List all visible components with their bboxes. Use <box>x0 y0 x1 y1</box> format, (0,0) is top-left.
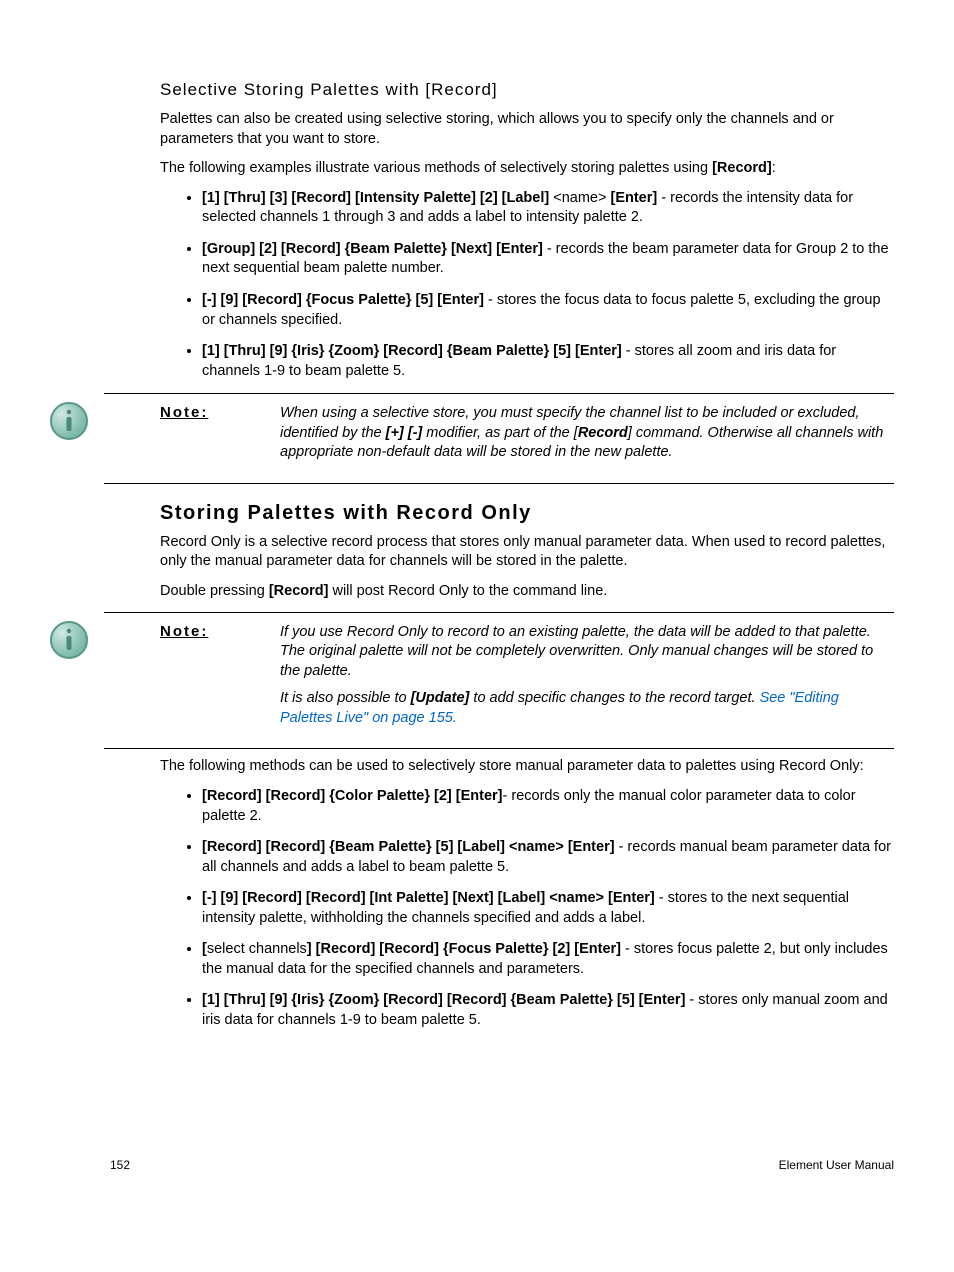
command-text: [Record] [Record] {Beam Palette} [5] [La… <box>202 839 615 855</box>
list-item: [Record] [Record] {Color Palette} [2] [E… <box>202 787 894 826</box>
paragraph: Palettes can also be created using selec… <box>160 110 894 149</box>
command-text: [1] [Thru] [3] [Record] [Intensity Palet… <box>202 190 553 206</box>
text-bold: [Record] <box>269 583 329 599</box>
command-text: [Group] [2] [Record] {Beam Palette} [Nex… <box>202 241 543 257</box>
paragraph: The following methods can be used to sel… <box>160 757 894 777</box>
command-text: [Record] [Record] {Color Palette} [2] [E… <box>202 788 503 804</box>
list-item: [1] [Thru] [3] [Record] [Intensity Palet… <box>202 189 894 228</box>
heading-storing-record-only: Storing Palettes with Record Only <box>160 502 894 525</box>
note-block: Note: When using a selective store, you … <box>104 393 894 484</box>
command-text: [1] [Thru] [9] {Iris} {Zoom} [Record] {B… <box>202 343 622 359</box>
paragraph: Record Only is a selective record proces… <box>160 533 894 572</box>
text-bold: [Update] <box>411 690 470 706</box>
bullet-list: [Record] [Record] {Color Palette} [2] [E… <box>160 787 894 1031</box>
text: Double pressing <box>160 583 269 599</box>
note-body: If you use Record Only to record to an e… <box>280 623 894 737</box>
manual-title: Element User Manual <box>779 1158 894 1172</box>
note-label: Note: <box>160 623 280 640</box>
list-item: [1] [Thru] [9] {Iris} {Zoom} [Record] {B… <box>202 342 894 381</box>
page-number: 152 <box>110 1158 130 1172</box>
command-text: [Enter] <box>611 190 658 206</box>
info-icon <box>48 400 90 442</box>
info-icon <box>48 619 90 661</box>
text-bold: Record <box>578 425 628 441</box>
note-block: Note: If you use Record Only to record t… <box>104 612 894 750</box>
command-text: [-] [9] [Record] {Focus Palette} [5] [En… <box>202 292 484 308</box>
bullet-list: [1] [Thru] [3] [Record] [Intensity Palet… <box>160 189 894 382</box>
list-item: [Group] [2] [Record] {Beam Palette} [Nex… <box>202 240 894 279</box>
list-item: [-] [9] [Record] [Record] [Int Palette] … <box>202 889 894 928</box>
command-text: [1] [Thru] [9] {Iris} {Zoom} [Record] [R… <box>202 992 685 1008</box>
list-item: [-] [9] [Record] {Focus Palette} [5] [En… <box>202 291 894 330</box>
list-item: [Record] [Record] {Beam Palette} [5] [La… <box>202 838 894 877</box>
text: It is also possible to <box>280 690 411 706</box>
text: <name> <box>553 190 610 206</box>
text-bold: [+] [-] <box>386 425 423 441</box>
text: : <box>772 160 776 176</box>
subheading-selective-storing: Selective Storing Palettes with [Record] <box>160 80 894 100</box>
page-footer: 152 Element User Manual <box>110 1158 894 1172</box>
text: will post Record Only to the command lin… <box>328 583 607 599</box>
text: modifier, as part of the [ <box>422 425 578 441</box>
list-item: [select channels] [Record] [Record] {Foc… <box>202 940 894 979</box>
text-bold: [Record] <box>712 160 772 176</box>
command-text: [-] [9] [Record] [Record] [Int Palette] … <box>202 890 655 906</box>
paragraph: The following examples illustrate variou… <box>160 159 894 179</box>
list-item: [1] [Thru] [9] {Iris} {Zoom} [Record] [R… <box>202 991 894 1030</box>
command-text: ] [Record] [Record] {Focus Palette} [2] … <box>307 941 621 957</box>
text: If you use Record Only to record to an e… <box>280 623 894 682</box>
text: select channels <box>207 941 307 957</box>
text: to add specific changes to the record ta… <box>469 690 759 706</box>
text: The following examples illustrate variou… <box>160 160 712 176</box>
note-body: When using a selective store, you must s… <box>280 404 894 471</box>
note-label: Note: <box>160 404 280 421</box>
paragraph: Double pressing [Record] will post Recor… <box>160 582 894 602</box>
